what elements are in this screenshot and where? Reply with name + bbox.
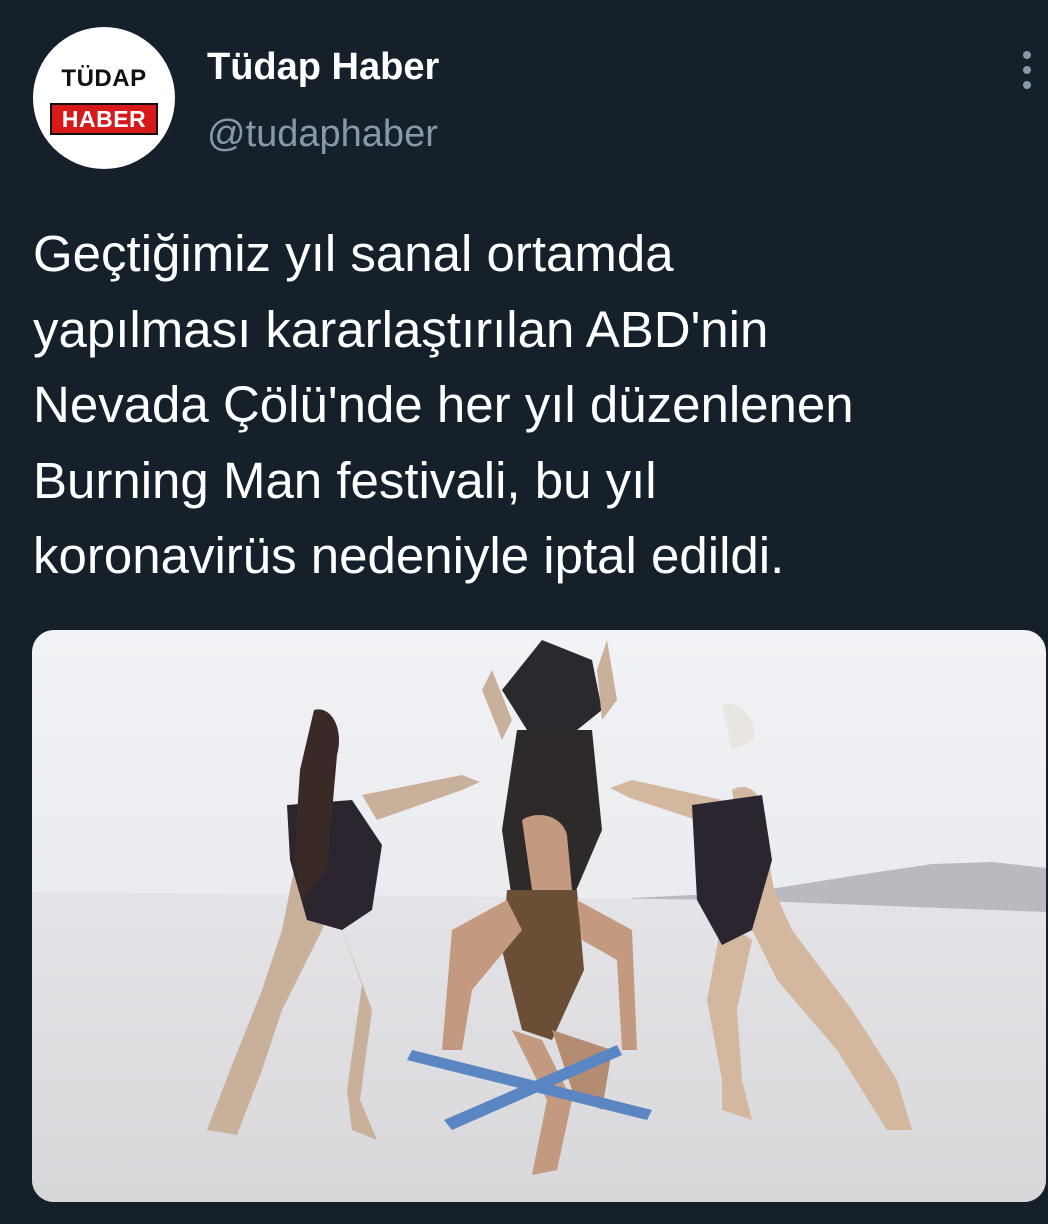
- tweet-card: TÜDAP HABER Tüdap Haber @tudaphaber Geçt…: [0, 0, 1048, 1224]
- more-vertical-icon: [1023, 51, 1031, 89]
- tweet-text-line: Geçtiğimiz yıl sanal ortamda: [33, 225, 674, 282]
- display-name[interactable]: Tüdap Haber: [207, 46, 439, 89]
- tweet-text-line: Burning Man festivali, bu yıl: [33, 451, 657, 509]
- tweet-text-line: yapılması kararlaştırılan ABD'nin: [33, 300, 769, 358]
- tweet-text-line: koronavirüs nedeniyle iptal edildi.: [33, 527, 785, 584]
- festival-photo: [32, 630, 1046, 1202]
- avatar-logo-bottom-text: HABER: [50, 103, 158, 135]
- more-options-button[interactable]: [1008, 48, 1046, 92]
- user-handle[interactable]: @tudaphaber: [207, 113, 438, 156]
- avatar-logo-top-text: TÜDAP: [61, 65, 147, 92]
- tweet-photo[interactable]: [32, 630, 1046, 1202]
- tweet-text-line: Nevada Çölü'nde her yıl düzenlenen: [33, 376, 854, 433]
- avatar[interactable]: TÜDAP HABER: [33, 27, 175, 169]
- tweet-text: Geçtiğimiz yıl sanal ortamda yapılması k…: [33, 216, 1023, 594]
